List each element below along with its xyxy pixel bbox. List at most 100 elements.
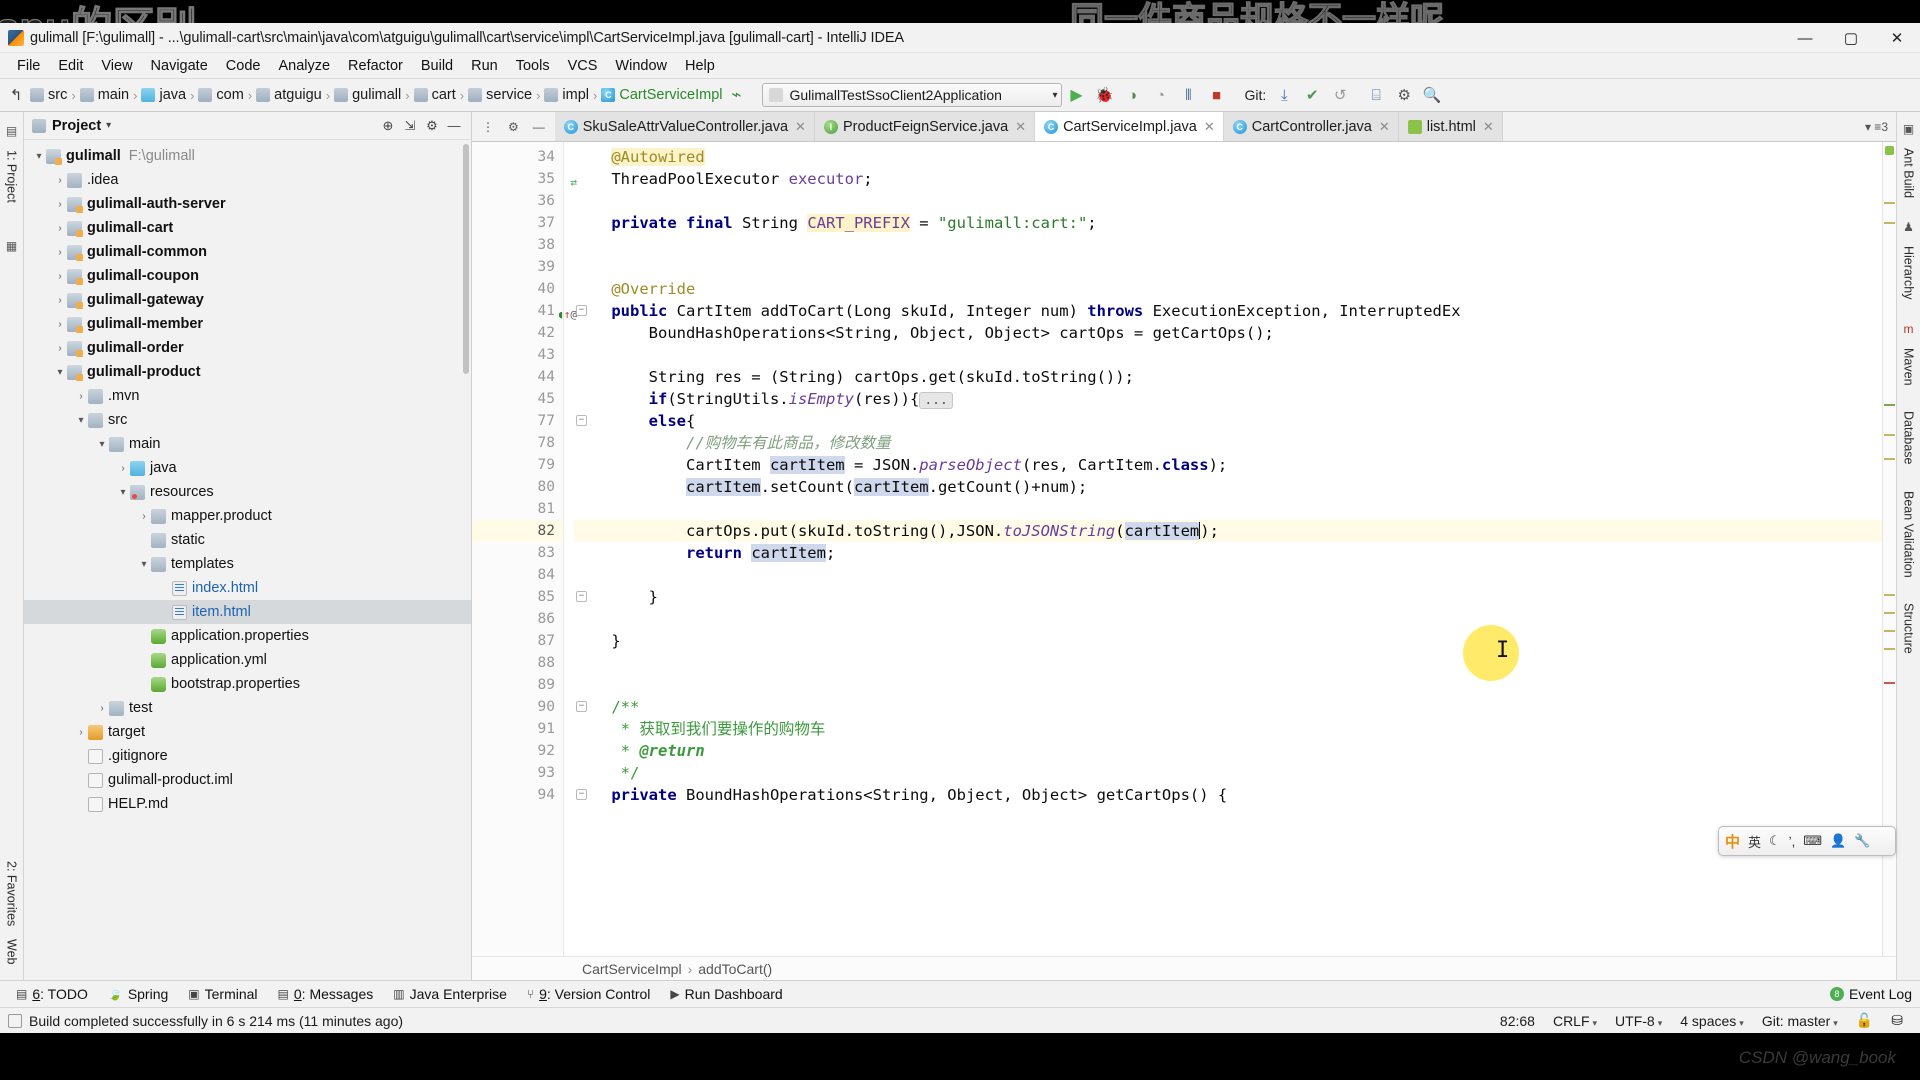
editor-tab-cartserviceimpl-java[interactable]: C CartServiceImpl.java ✕ <box>1035 112 1224 141</box>
tool-window-java-enterprise[interactable]: ▥ Java Enterprise <box>385 984 515 1004</box>
close-icon[interactable]: ✕ <box>1015 119 1026 135</box>
sidebar-item-bean-validation[interactable]: Bean Validation <box>1899 485 1919 584</box>
menu-analyze[interactable]: Analyze <box>269 56 339 76</box>
menu-build[interactable]: Build <box>412 56 462 76</box>
breadcrumb-item-main[interactable]: main <box>79 87 129 103</box>
panel-settings-icon[interactable]: ⚙ <box>421 115 443 137</box>
breadcrumb-item-impl[interactable]: impl <box>544 87 589 103</box>
gutter-line-89[interactable]: 89 <box>472 674 563 696</box>
lock-icon[interactable]: 🔓 <box>1847 1012 1882 1029</box>
ime-logo-icon[interactable]: 中 <box>1725 831 1740 852</box>
breadcrumb-item-service[interactable]: service <box>468 87 532 103</box>
ime-tools-icon[interactable]: 🔧 <box>1854 833 1870 849</box>
build-hammer-icon[interactable]: ⌁ <box>722 82 750 108</box>
ime-mode-label[interactable]: 英 <box>1748 832 1761 851</box>
breadcrumb-item-atguigu[interactable]: atguigu <box>256 87 322 103</box>
breadcrumb-item-com[interactable]: com <box>198 87 244 103</box>
back-icon[interactable]: ↰ <box>2 82 30 108</box>
close-icon[interactable]: ✕ <box>1483 119 1494 135</box>
hide-panel-icon[interactable]: — <box>443 115 465 137</box>
chevron-down-icon[interactable]: ▾ <box>106 120 111 131</box>
tool-window-terminal[interactable]: ▣ Terminal <box>180 984 265 1004</box>
menu-edit[interactable]: Edit <box>49 56 92 76</box>
tree-node-gulimall-order[interactable]: › gulimall-order <box>24 336 471 360</box>
menu-code[interactable]: Code <box>217 56 270 76</box>
tool-window-spring[interactable]: 🍃 Spring <box>100 984 176 1004</box>
chevron-right-icon[interactable]: › <box>53 175 67 186</box>
tree-node-gulimall-cart[interactable]: › gulimall-cart <box>24 216 471 240</box>
menu-vcs[interactable]: VCS <box>559 56 607 76</box>
gutter-line-82[interactable]: 82 <box>472 520 563 542</box>
tree-node-main[interactable]: ▾ main <box>24 432 471 456</box>
memory-indicator-icon[interactable]: ⛁ <box>1882 1012 1912 1029</box>
gutter-line-92[interactable]: 92 <box>472 740 563 762</box>
ime-keyboard-icon[interactable]: ⌨ <box>1803 833 1822 849</box>
gutter-line-77[interactable]: 77− <box>472 410 587 432</box>
ime-user-icon[interactable]: 👤 <box>1830 833 1846 849</box>
chevron-right-icon[interactable]: › <box>53 295 67 306</box>
gutter-line-38[interactable]: 38 <box>472 234 563 256</box>
chevron-down-icon[interactable]: ▾ <box>32 151 46 162</box>
project-tree[interactable]: ▾ gulimall F:\gulimall › .idea › gulimall-auth… <box>24 140 471 980</box>
commit-icon[interactable]: ✔ <box>1298 82 1326 108</box>
breadcrumb-class[interactable]: CartServiceImpl <box>582 961 682 977</box>
tree-node-gulimall-product[interactable]: ▾ gulimall-product <box>24 360 471 384</box>
sidebar-item-structure[interactable]: Structure <box>1899 597 1919 660</box>
tree-node-mapper-product[interactable]: › mapper.product <box>24 504 471 528</box>
tab-list-icon[interactable]: ⋮ ⚙ — <box>472 112 555 141</box>
tree-node-gulimall[interactable]: ▾ gulimall F:\gulimall <box>24 144 471 168</box>
menu-window[interactable]: Window <box>606 56 676 76</box>
chevron-down-icon[interactable]: ▾ <box>137 559 151 570</box>
chevron-right-icon[interactable]: · <box>137 679 151 690</box>
ime-punctuation-icon[interactable]: ʼ, <box>1789 834 1796 849</box>
gutter-line-84[interactable]: 84 <box>472 564 563 586</box>
close-icon[interactable]: ✕ <box>1204 119 1215 135</box>
chevron-right-icon[interactable]: · <box>74 799 88 810</box>
tool-window-run-dashboard[interactable]: ▶ Run Dashboard <box>662 984 790 1004</box>
chevron-right-icon[interactable]: › <box>53 343 67 354</box>
tree-node-test[interactable]: › test <box>24 696 471 720</box>
gutter-line-79[interactable]: 79 <box>472 454 563 476</box>
tree-node--gitignore[interactable]: · .gitignore <box>24 744 471 768</box>
gutter-line-93[interactable]: 93 <box>472 762 563 784</box>
gutter-line-83[interactable]: 83 <box>472 542 563 564</box>
chevron-right-icon[interactable]: › <box>53 223 67 234</box>
menu-refactor[interactable]: Refactor <box>339 56 412 76</box>
editor-tab-skusaleattrvaluecontroller-java[interactable]: C SkuSaleAttrValueController.java ✕ <box>554 112 815 141</box>
gutter-line-94[interactable]: 94− <box>472 784 587 806</box>
gutter-line-90[interactable]: 90− <box>472 696 587 718</box>
gutter-line-42[interactable]: 42 <box>472 322 563 344</box>
run-configuration-selector[interactable]: GulimallTestSsoClient2Application ▾ <box>762 83 1063 107</box>
project-scrollbar-thumb[interactable] <box>463 144 469 374</box>
gutter-line-34[interactable]: 34 <box>472 146 563 168</box>
ime-moon-icon[interactable]: ☾ <box>1769 833 1781 849</box>
tool-window-messages[interactable]: ▤ 0: Messages <box>270 984 382 1004</box>
ime-toolbar[interactable]: 中 英 ☾ ʼ, ⌨ 👤 🔧 <box>1718 826 1896 856</box>
gutter-line-85[interactable]: 85− <box>472 586 587 608</box>
gutter-line-91[interactable]: 91 <box>472 718 563 740</box>
select-opened-file-icon[interactable]: ⌸ <box>1362 82 1390 108</box>
breadcrumb-item-java[interactable]: java <box>141 87 186 103</box>
sidebar-item-web[interactable]: Web <box>2 933 22 970</box>
tree-node-application-yml[interactable]: · application.yml <box>24 648 471 672</box>
breadcrumb-item-cartserviceimpl[interactable]: C CartServiceImpl <box>601 87 722 103</box>
breadcrumb-item-gulimall[interactable]: gulimall <box>334 87 401 103</box>
chevron-right-icon[interactable]: · <box>158 607 172 618</box>
tab-overflow-icon[interactable]: ▾ ≡3 <box>1857 120 1896 134</box>
debug-button[interactable]: 🐞 <box>1090 82 1118 108</box>
breadcrumb-item-src[interactable]: src <box>30 87 67 103</box>
tree-node-gulimall-auth-server[interactable]: › gulimall-auth-server <box>24 192 471 216</box>
tree-node-help-md[interactable]: · HELP.md <box>24 792 471 816</box>
update-project-icon[interactable]: ⤓ <box>1270 82 1298 108</box>
chevron-right-icon[interactable]: › <box>95 703 109 714</box>
chevron-down-icon[interactable]: ▾ <box>95 439 109 450</box>
breadcrumb-method[interactable]: addToCart() <box>698 961 772 977</box>
gutter-line-41[interactable]: 41 ◖↑@ − <box>472 300 587 322</box>
collapsed-code-block[interactable]: ... <box>919 392 953 409</box>
gutter-line-78[interactable]: 78 <box>472 432 563 454</box>
gutter-line-80[interactable]: 80 <box>472 476 563 498</box>
gutter-line-43[interactable]: 43 <box>472 344 563 366</box>
tree-node-gulimall-common[interactable]: › gulimall-common <box>24 240 471 264</box>
chevron-right-icon[interactable]: · <box>74 775 88 786</box>
tree-node-gulimall-product-iml[interactable]: · gulimall-product.iml <box>24 768 471 792</box>
